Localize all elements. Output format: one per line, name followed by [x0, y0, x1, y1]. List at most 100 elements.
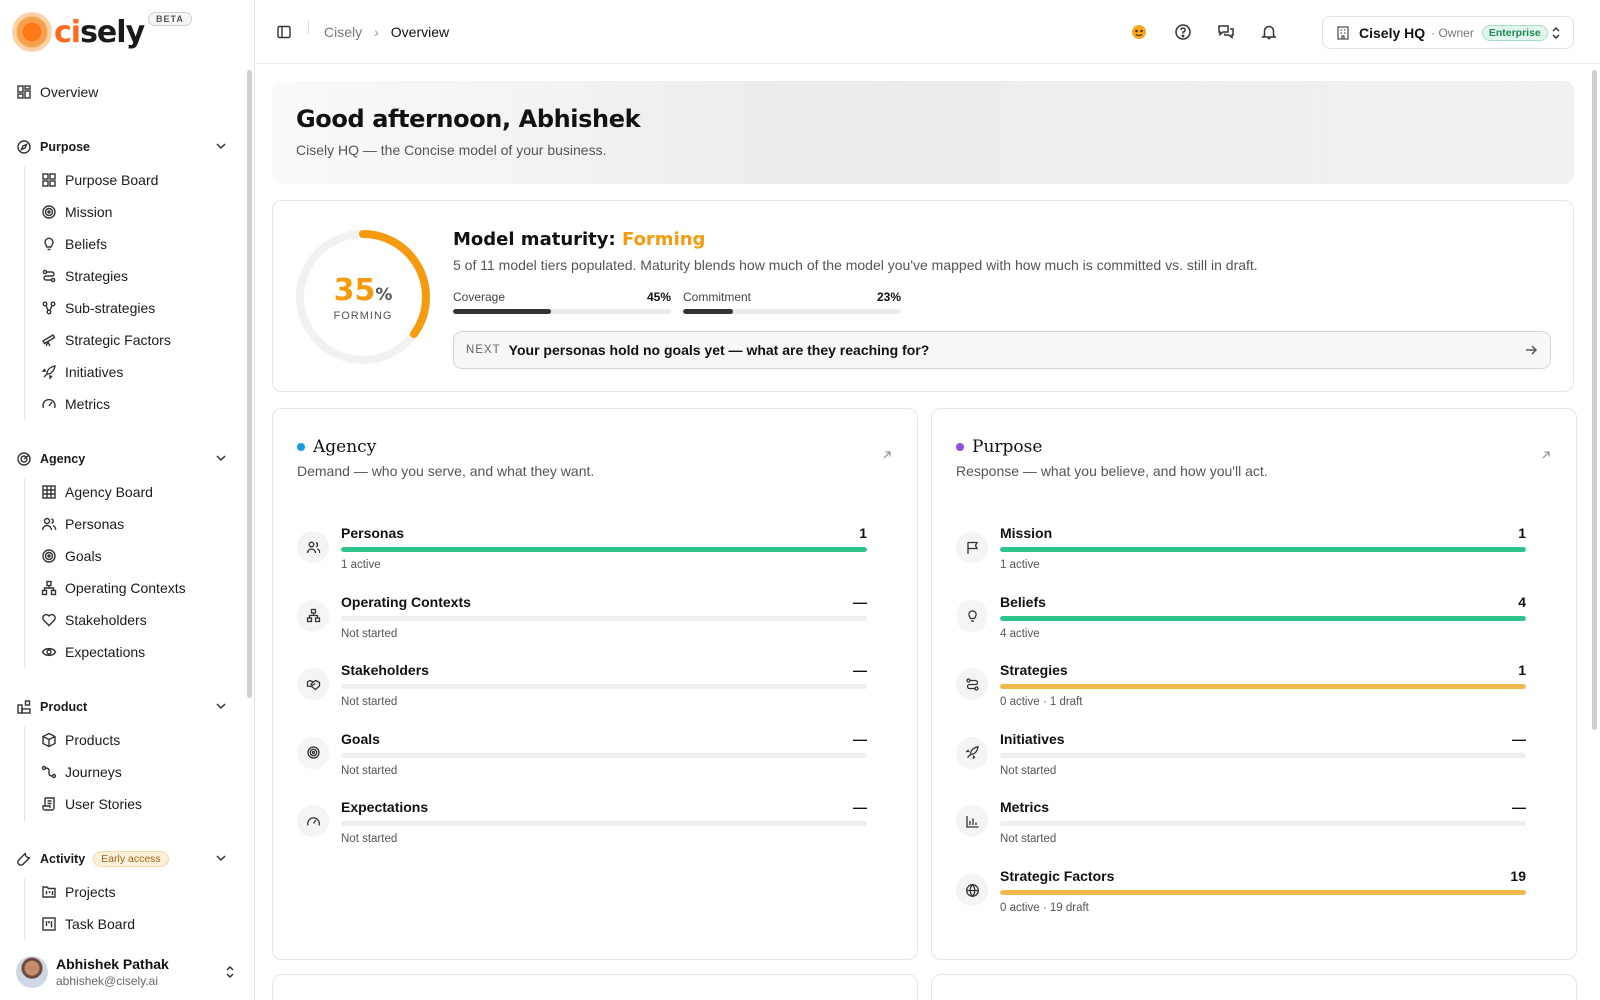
sidebar-item-products[interactable]: Products: [41, 728, 120, 752]
purpose-subtitle: Response — what you believe, and how you…: [956, 463, 1268, 479]
tier-row-operating-contexts[interactable]: Operating Contexts — Not started: [297, 594, 867, 650]
tier-row-metrics[interactable]: Metrics — Not started: [956, 799, 1526, 855]
telescope-icon: [41, 332, 57, 348]
maturity-card: 35% FORMING Model maturity: Forming 5 of…: [272, 200, 1574, 392]
sidebar-group-activity[interactable]: Activity Early access: [16, 848, 228, 870]
tier-progress-bar: [1000, 821, 1526, 827]
sidebar-group-product[interactable]: Product: [16, 696, 228, 718]
sidebar-toggle-button[interactable]: [276, 24, 292, 40]
sidebar-item-label: Initiatives: [65, 364, 124, 380]
brand-name: cisely: [54, 14, 145, 50]
messages-icon[interactable]: [1217, 23, 1235, 41]
sidebar-group-purpose[interactable]: Purpose: [16, 136, 228, 158]
org-role: · Owner: [1431, 25, 1474, 40]
sidebar-item-overview[interactable]: Overview: [16, 80, 98, 104]
sidebar-item-metrics[interactable]: Metrics: [41, 392, 110, 416]
early-access-badge: Early access: [93, 851, 169, 867]
tier-name: Metrics: [1000, 799, 1050, 816]
agency-subtitle: Demand — who you serve, and what they wa…: [297, 463, 595, 479]
sidebar-scrollbar[interactable]: [247, 70, 252, 698]
brand-logo[interactable]: cisely BETA: [12, 12, 192, 52]
sidebar-item-label: Products: [65, 732, 121, 748]
help-icon[interactable]: [1174, 23, 1192, 41]
tier-status: Not started: [1000, 764, 1057, 777]
tier-status: Not started: [341, 764, 398, 777]
sidebar-item-label: Strategies: [65, 268, 129, 284]
tier-progress-bar: [1000, 684, 1526, 690]
sidebar-item-operating-contexts[interactable]: Operating Contexts: [41, 576, 186, 600]
agency-card: Agency Demand — who you serve, and what …: [272, 408, 918, 960]
sidebar-item-mission[interactable]: Mission: [41, 200, 112, 224]
tier-name: Expectations: [341, 799, 429, 816]
tier-row-mission[interactable]: Mission 1 1 active: [956, 525, 1526, 581]
sidebar-group-agency[interactable]: Agency: [16, 448, 228, 470]
tier-row-personas[interactable]: Personas 1 1 active: [297, 525, 867, 581]
sidebar-item-label: Purpose Board: [65, 172, 159, 188]
avatar: [16, 956, 48, 988]
sidebar-item-label: Sub-strategies: [65, 300, 156, 316]
sidebar-item-journeys[interactable]: Journeys: [41, 760, 122, 784]
chevrons-up-down-icon: [223, 964, 237, 980]
sidebar-item-expectations[interactable]: Expectations: [41, 640, 145, 664]
tier-row-initiatives[interactable]: Initiatives — Not started: [956, 731, 1526, 787]
sidebar-item-stakeholders[interactable]: Stakeholders: [41, 608, 147, 632]
eye-icon: [41, 644, 57, 660]
sidebar-item-user-stories[interactable]: User Stories: [41, 792, 142, 816]
tier-row-strategies[interactable]: Strategies 1 0 active · 1 draft: [956, 662, 1526, 718]
maturity-ring-label: 35% FORMING: [295, 229, 431, 365]
sidebar-item-initiatives[interactable]: Initiatives: [41, 360, 123, 384]
grid-icon: [41, 172, 57, 188]
tier-row-goals[interactable]: Goals — Not started: [297, 731, 867, 787]
user-menu[interactable]: Abhishek Pathak abhishek@cisely.ai: [16, 954, 241, 990]
sidebar-item-strategies[interactable]: Strategies: [41, 264, 128, 288]
breadcrumb-link-cisely[interactable]: Cisely: [324, 24, 362, 40]
tier-name: Initiatives: [1000, 730, 1065, 747]
mascot-icon[interactable]: [1130, 23, 1148, 41]
sidebar-item-goals[interactable]: Goals: [41, 544, 102, 568]
tier-progress-fill: [341, 547, 867, 552]
sidebar-group-label: Purpose: [40, 140, 91, 154]
branch-icon: [41, 300, 57, 316]
next-step-button[interactable]: NEXT Your personas hold no goals yet — w…: [453, 331, 1551, 369]
maturity-percent: 35%: [333, 272, 393, 308]
open-agency-link-icon[interactable]: [881, 449, 893, 461]
org-switcher[interactable]: Cisely HQ · Owner Enterprise: [1322, 16, 1574, 49]
tier-name: Beliefs: [1000, 593, 1046, 610]
tier-count: —: [1512, 730, 1526, 747]
sidebar-item-strategic-factors[interactable]: Strategic Factors: [41, 328, 171, 352]
sidebar-item-personas[interactable]: Personas: [41, 512, 124, 536]
sidebar-item-sub-strategies[interactable]: Sub-strategies: [41, 296, 155, 320]
sidebar-item-task-board[interactable]: Task Board: [41, 912, 135, 936]
tier-name: Strategic Factors: [1000, 868, 1115, 884]
page-title: Good afternoon, Abhishek: [296, 105, 641, 133]
tier-row-stakeholders[interactable]: Stakeholders — Not started: [297, 662, 867, 718]
sidebar-item-beliefs[interactable]: Beliefs: [41, 232, 107, 256]
target-icon: [41, 548, 57, 564]
page-scrollbar[interactable]: [1592, 70, 1597, 730]
chevron-down-icon[interactable]: [214, 451, 228, 465]
tier-progress-bar: [341, 684, 867, 690]
greeting-banner: Good afternoon, Abhishek Cisely HQ — the…: [272, 81, 1574, 184]
open-purpose-link-icon[interactable]: [1540, 449, 1552, 461]
tier-progress-bar: [341, 752, 867, 758]
chevron-down-icon[interactable]: [214, 139, 228, 153]
bell-icon[interactable]: [1260, 23, 1278, 41]
chevrons-up-down-icon: [1549, 25, 1563, 41]
chevron-down-icon[interactable]: [214, 699, 228, 713]
users-icon: [297, 531, 329, 563]
next-step-text: Your personas hold no goals yet — what a…: [508, 342, 930, 358]
chevron-down-icon[interactable]: [214, 851, 228, 865]
tier-row-strategic-factors[interactable]: Strategic Factors 19 0 active · 19 draft: [956, 868, 1526, 924]
sidebar-item-projects[interactable]: Projects: [41, 880, 116, 904]
network-icon: [41, 580, 57, 596]
sidebar-item-agency-board[interactable]: Agency Board: [41, 480, 153, 504]
tier-status: Not started: [341, 627, 398, 640]
scroll-icon: [41, 796, 57, 812]
gauge-icon: [297, 805, 329, 838]
tier-row-expectations[interactable]: Expectations — Not started: [297, 799, 867, 855]
logo-mark-icon: [12, 12, 52, 52]
topbar: Cisely › Overview Cisely HQ · Owner Ente…: [256, 0, 1600, 64]
tier-row-beliefs[interactable]: Beliefs 4 4 active: [956, 594, 1526, 650]
sidebar-item-purpose-board[interactable]: Purpose Board: [41, 168, 158, 192]
page-subtitle: Cisely HQ — the Concise model of your bu…: [296, 142, 607, 158]
